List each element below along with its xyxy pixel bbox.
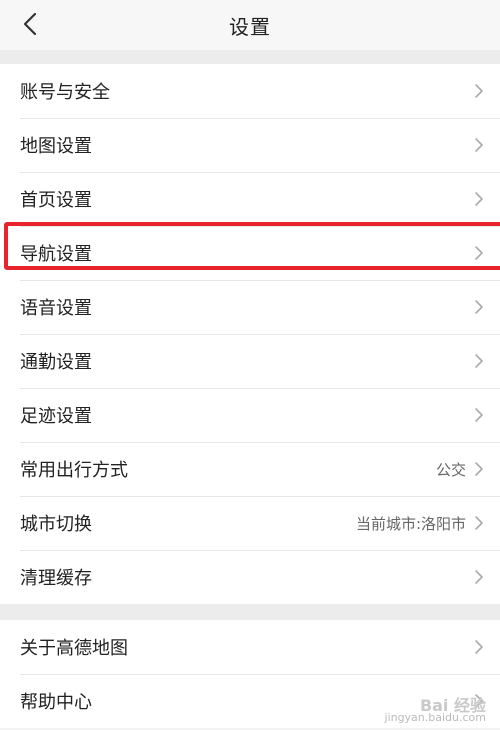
settings-item-label: 足迹设置 [20, 406, 92, 427]
watermark-url: jingyan.baidu.com [384, 711, 486, 724]
top-bar: 设置 [0, 0, 500, 50]
settings-item-value: 公交 [435, 460, 466, 479]
settings-item-label: 账号与安全 [20, 82, 110, 103]
settings-item-label: 城市切换 [20, 514, 92, 535]
settings-item-label: 导航设置 [20, 244, 92, 265]
back-button[interactable] [14, 8, 46, 40]
watermark: Bai 经验 jingyan.baidu.com [384, 698, 486, 724]
settings-group-main: 账号与安全 地图设置 首页设置 导航设置 语音设置 通勤设置 足迹设置 常用出行… [0, 64, 500, 604]
page-title: 设置 [229, 14, 271, 39]
settings-item-label: 首页设置 [20, 190, 92, 211]
settings-item-label: 通勤设置 [20, 352, 92, 373]
settings-item-label: 语音设置 [20, 298, 92, 319]
settings-item-homepage[interactable]: 首页设置 [0, 172, 500, 226]
chevron-right-icon [474, 352, 486, 370]
settings-item-label: 地图设置 [20, 136, 92, 157]
chevron-right-icon [474, 82, 486, 100]
chevron-right-icon [474, 190, 486, 208]
settings-item-city-switch[interactable]: 城市切换 当前城市:洛阳市 [0, 496, 500, 550]
chevron-right-icon [474, 298, 486, 316]
chevron-right-icon [474, 460, 486, 478]
settings-item-account-security[interactable]: 账号与安全 [0, 64, 500, 118]
settings-item-travel-mode[interactable]: 常用出行方式 公交 [0, 442, 500, 496]
settings-item-about[interactable]: 关于高德地图 [0, 620, 500, 674]
chevron-right-icon [474, 568, 486, 586]
chevron-right-icon [474, 406, 486, 424]
settings-item-label: 常用出行方式 [20, 460, 128, 481]
settings-item-clear-cache[interactable]: 清理缓存 [0, 550, 500, 604]
chevron-right-icon [474, 514, 486, 532]
settings-item-footprint[interactable]: 足迹设置 [0, 388, 500, 442]
settings-item-commute[interactable]: 通勤设置 [0, 334, 500, 388]
settings-item-map[interactable]: 地图设置 [0, 118, 500, 172]
section-gap [0, 604, 500, 620]
chevron-right-icon [474, 244, 486, 262]
chevron-left-icon [23, 12, 37, 36]
settings-item-label: 清理缓存 [20, 568, 92, 589]
settings-item-voice[interactable]: 语音设置 [0, 280, 500, 334]
section-gap [0, 50, 500, 64]
settings-item-value: 当前城市:洛阳市 [355, 514, 466, 533]
settings-item-navigation[interactable]: 导航设置 [0, 226, 500, 280]
chevron-right-icon [474, 638, 486, 656]
settings-item-label: 关于高德地图 [20, 638, 128, 659]
chevron-right-icon [474, 136, 486, 154]
